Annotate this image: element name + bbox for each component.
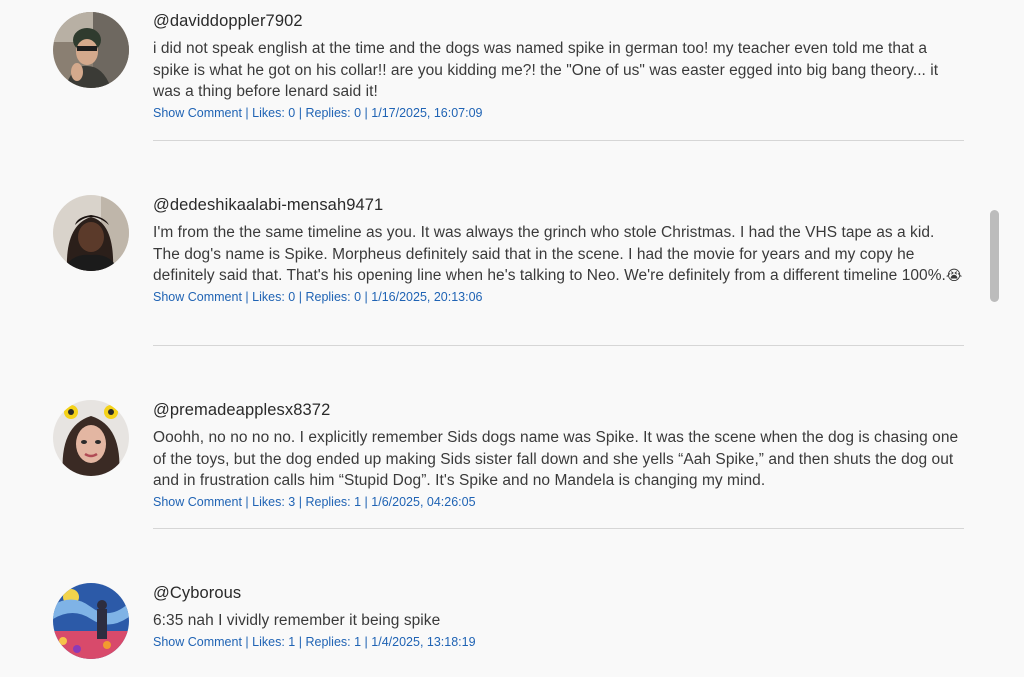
avatar[interactable] — [53, 400, 129, 476]
meta-separator: | — [364, 495, 368, 510]
meta-separator: | — [364, 290, 368, 305]
replies-count: Replies: 0 — [305, 106, 362, 121]
meta-separator: | — [298, 106, 302, 121]
comment-divider — [153, 140, 964, 141]
show-comment-link[interactable]: Show Comment — [153, 290, 242, 304]
likes-count: Likes: 0 — [252, 106, 296, 121]
comment-text: Ooohh, no no no no. I explicitly remembe… — [153, 429, 959, 490]
crying-emoji-icon: 😭 — [945, 267, 963, 284]
comment-timestamp: 1/17/2025, 16:07:09 — [371, 106, 483, 121]
avatar-image — [53, 195, 129, 271]
comment-author[interactable]: @dedeshikaalabi-mensah9471 — [153, 195, 965, 215]
comment-meta: Show Comment | Likes: 1 | Replies: 1 | 1… — [153, 634, 965, 650]
meta-separator: | — [245, 106, 249, 121]
likes-count: Likes: 1 — [252, 634, 296, 649]
replies-count: Replies: 0 — [305, 290, 362, 305]
comment-author[interactable]: @premadeapplesx8372 — [153, 400, 965, 420]
meta-separator: | — [245, 634, 249, 649]
meta-separator: | — [245, 495, 249, 510]
replies-count: Replies: 1 — [305, 495, 362, 510]
meta-separator: | — [298, 634, 302, 649]
comments-viewport: @daviddoppler7902 i did not speak englis… — [0, 0, 1024, 677]
avatar[interactable] — [53, 195, 129, 271]
scrollbar-track[interactable] — [987, 0, 1001, 677]
meta-separator: | — [245, 290, 249, 305]
avatar-image — [53, 583, 129, 659]
comment-meta: Show Comment | Likes: 0 | Replies: 0 | 1… — [153, 289, 965, 305]
replies-count: Replies: 1 — [305, 634, 362, 649]
likes-count: Likes: 0 — [252, 290, 296, 305]
comment-text: i did not speak english at the time and … — [153, 40, 939, 101]
avatar[interactable] — [53, 583, 129, 659]
comment-author[interactable]: @daviddoppler7902 — [153, 11, 965, 31]
comment-timestamp: 1/6/2025, 04:26:05 — [371, 495, 476, 510]
comment-timestamp: 1/16/2025, 20:13:06 — [371, 290, 483, 305]
comment-divider — [153, 528, 964, 529]
comment-text: 6:35 nah I vividly remember it being spi… — [153, 612, 441, 629]
comment-meta: Show Comment | Likes: 0 | Replies: 0 | 1… — [153, 105, 965, 121]
meta-separator: | — [364, 106, 368, 121]
meta-separator: | — [298, 495, 302, 510]
avatar-image — [53, 12, 129, 88]
comment-text: I'm from the the same timeline as you. I… — [153, 224, 963, 285]
show-comment-link[interactable]: Show Comment — [153, 106, 242, 120]
meta-separator: | — [364, 634, 368, 649]
avatar-image — [53, 400, 129, 476]
scrollbar-thumb[interactable] — [990, 210, 999, 302]
comment-meta: Show Comment | Likes: 3 | Replies: 1 | 1… — [153, 494, 965, 510]
show-comment-link[interactable]: Show Comment — [153, 635, 242, 649]
likes-count: Likes: 3 — [252, 495, 296, 510]
comment-author[interactable]: @Cyborous — [153, 583, 965, 603]
comment-timestamp: 1/4/2025, 13:18:19 — [371, 634, 476, 649]
avatar[interactable] — [53, 12, 129, 88]
comment-divider — [153, 345, 964, 346]
meta-separator: | — [298, 290, 302, 305]
show-comment-link[interactable]: Show Comment — [153, 495, 242, 509]
